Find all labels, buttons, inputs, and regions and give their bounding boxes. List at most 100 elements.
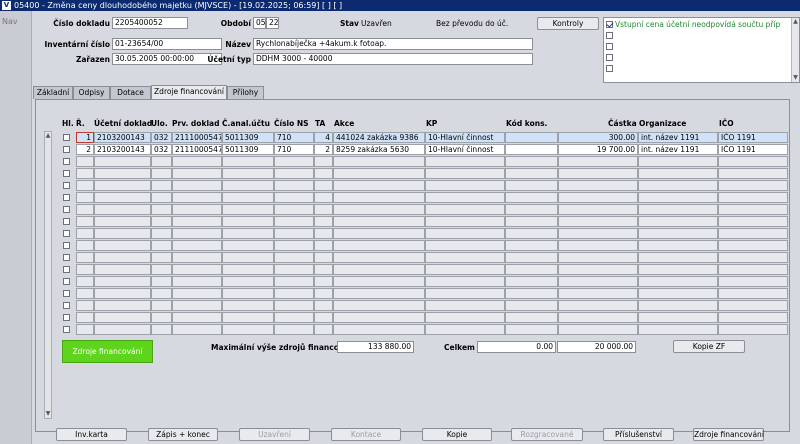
- scroll-down-icon[interactable]: ▼: [792, 74, 799, 82]
- cell-c-anal[interactable]: [222, 228, 274, 239]
- cell-ulo[interactable]: [151, 300, 172, 311]
- cell-prv-doklad[interactable]: [172, 300, 222, 311]
- cell-cislo-ns[interactable]: [274, 204, 314, 215]
- cell-kod-kons[interactable]: [505, 180, 558, 191]
- zdroje-financovani-button[interactable]: Zdroje financování: [693, 428, 764, 441]
- cell-akce[interactable]: [333, 312, 425, 323]
- row-checkbox[interactable]: [63, 182, 70, 189]
- cell-r[interactable]: [76, 192, 94, 203]
- cell-c-anal[interactable]: [222, 168, 274, 179]
- cell-ucetni-doklad[interactable]: 2103200143: [94, 132, 151, 143]
- cell-ta[interactable]: [314, 252, 333, 263]
- cell-c-anal[interactable]: [222, 276, 274, 287]
- cell-ico[interactable]: [718, 228, 788, 239]
- cell-ulo[interactable]: [151, 312, 172, 323]
- messages-scrollbar[interactable]: ▲ ▼: [791, 18, 799, 82]
- row-checkbox[interactable]: [63, 314, 70, 321]
- cell-ta[interactable]: [314, 288, 333, 299]
- scroll-down-icon[interactable]: ▼: [45, 410, 51, 418]
- cell-kod-kons[interactable]: [505, 192, 558, 203]
- cell-kp[interactable]: [425, 312, 505, 323]
- cell-cislo-ns[interactable]: [274, 228, 314, 239]
- cell-r[interactable]: [76, 276, 94, 287]
- message-checkbox[interactable]: [606, 43, 613, 50]
- cell-akce[interactable]: 441024 zakázka 9386: [333, 132, 425, 143]
- cell-c-anal[interactable]: [222, 264, 274, 275]
- cell-r[interactable]: [76, 180, 94, 191]
- cell-prv-doklad[interactable]: [172, 168, 222, 179]
- cell-ucetni-doklad[interactable]: [94, 312, 151, 323]
- cell-ulo[interactable]: [151, 168, 172, 179]
- cell-akce[interactable]: [333, 324, 425, 335]
- cell-cislo-ns[interactable]: [274, 252, 314, 263]
- uzavreni-button[interactable]: Uzavření: [239, 428, 310, 441]
- row-checkbox[interactable]: [63, 230, 70, 237]
- cell-kp[interactable]: [425, 288, 505, 299]
- cell-r[interactable]: 2: [76, 144, 94, 155]
- cell-c-anal[interactable]: [222, 204, 274, 215]
- cell-castka[interactable]: [558, 240, 638, 251]
- cell-ulo[interactable]: [151, 192, 172, 203]
- cell-organizace[interactable]: int. název 1191: [638, 132, 718, 143]
- cell-kp[interactable]: [425, 324, 505, 335]
- cell-akce[interactable]: [333, 300, 425, 311]
- cell-cislo-ns[interactable]: [274, 192, 314, 203]
- nav-pane[interactable]: Nav: [0, 11, 32, 444]
- cell-ucetni-doklad[interactable]: [94, 204, 151, 215]
- row-checkbox[interactable]: [63, 278, 70, 285]
- cell-castka[interactable]: [558, 300, 638, 311]
- cell-ucetni-doklad[interactable]: [94, 288, 151, 299]
- cell-c-anal[interactable]: [222, 192, 274, 203]
- message-row[interactable]: [606, 64, 786, 73]
- cell-prv-doklad[interactable]: [172, 264, 222, 275]
- cell-cislo-ns[interactable]: [274, 300, 314, 311]
- cell-kp[interactable]: [425, 168, 505, 179]
- message-row[interactable]: [606, 53, 786, 62]
- cell-akce[interactable]: [333, 252, 425, 263]
- cell-prv-doklad[interactable]: 2111000547: [172, 132, 222, 143]
- cell-c-anal[interactable]: [222, 180, 274, 191]
- cell-cislo-ns[interactable]: [274, 264, 314, 275]
- message-row[interactable]: [606, 42, 786, 51]
- cell-ucetni-doklad[interactable]: [94, 264, 151, 275]
- cell-akce[interactable]: [333, 288, 425, 299]
- cell-kp[interactable]: 10-Hlavní činnost: [425, 144, 505, 155]
- cell-c-anal[interactable]: 5011309: [222, 132, 274, 143]
- cell-ulo[interactable]: [151, 276, 172, 287]
- cell-r[interactable]: [76, 240, 94, 251]
- cell-akce[interactable]: [333, 180, 425, 191]
- message-checkbox[interactable]: [606, 54, 613, 61]
- zdroje-financovani-indicator[interactable]: Zdroje financování: [62, 340, 153, 363]
- cell-castka[interactable]: [558, 264, 638, 275]
- cell-kp[interactable]: 10-Hlavní činnost: [425, 132, 505, 143]
- message-row[interactable]: Vstupní cena účetní neodpovídá součtu př…: [606, 20, 786, 29]
- cell-ico[interactable]: [718, 324, 788, 335]
- kontace-button[interactable]: Kontace: [331, 428, 401, 441]
- cell-organizace[interactable]: [638, 156, 718, 167]
- cell-ucetni-doklad[interactable]: [94, 276, 151, 287]
- cell-kp[interactable]: [425, 180, 505, 191]
- cell-kod-kons[interactable]: [505, 240, 558, 251]
- obdobi-month-field[interactable]: 05: [253, 17, 266, 29]
- cell-akce[interactable]: [333, 228, 425, 239]
- row-checkbox[interactable]: [63, 302, 70, 309]
- cell-ico[interactable]: [718, 156, 788, 167]
- row-checkbox[interactable]: [63, 170, 70, 177]
- cell-cislo-ns[interactable]: 710: [274, 144, 314, 155]
- cell-ico[interactable]: [718, 168, 788, 179]
- ucetni-typ-field[interactable]: DDHM 3000 - 40000: [253, 53, 533, 65]
- celkem-value-1[interactable]: 0.00: [477, 341, 556, 353]
- cell-kp[interactable]: [425, 204, 505, 215]
- kontroly-button[interactable]: Kontroly: [537, 17, 599, 30]
- row-checkbox[interactable]: [63, 254, 70, 261]
- cell-c-anal[interactable]: [222, 252, 274, 263]
- cell-prv-doklad[interactable]: [172, 240, 222, 251]
- cell-prv-doklad[interactable]: [172, 276, 222, 287]
- cell-r[interactable]: [76, 204, 94, 215]
- cell-kod-kons[interactable]: [505, 144, 558, 155]
- cell-organizace[interactable]: int. název 1191: [638, 144, 718, 155]
- cell-ulo[interactable]: [151, 324, 172, 335]
- row-checkbox[interactable]: [63, 194, 70, 201]
- cell-ta[interactable]: [314, 264, 333, 275]
- kopie-zf-button[interactable]: Kopie ZF: [673, 340, 745, 353]
